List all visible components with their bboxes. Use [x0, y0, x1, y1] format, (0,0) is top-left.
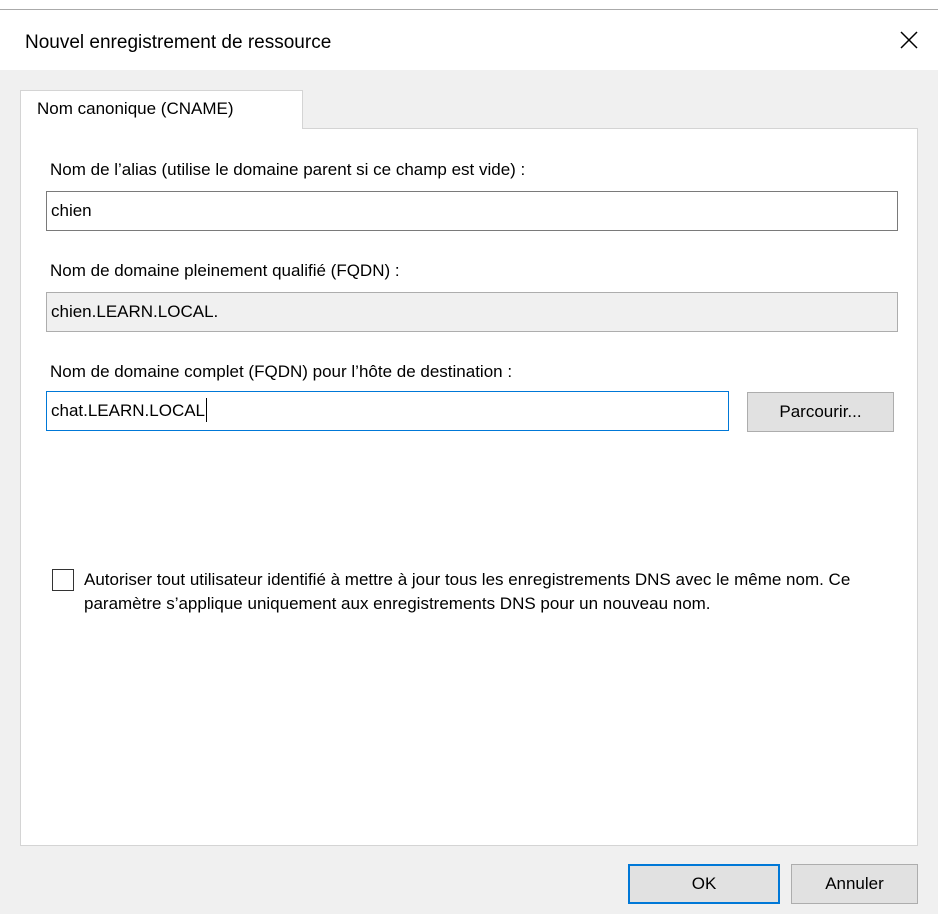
text-caret — [206, 397, 208, 422]
target-host-value: chat.LEARN.LOCAL — [51, 401, 206, 420]
alias-input[interactable]: chien — [46, 191, 898, 231]
window-top-border — [0, 0, 938, 10]
allow-update-label: Autoriser tout utilisateur identifié à m… — [84, 570, 851, 613]
fqdn-label: Nom de domaine pleinement qualifié (FQDN… — [50, 261, 400, 280]
title-bar: Nouvel enregistrement de ressource — [0, 10, 938, 70]
tab-cname[interactable]: Nom canonique (CNAME) — [20, 90, 303, 129]
allow-update-checkbox[interactable] — [52, 569, 74, 591]
tab-panel — [20, 128, 918, 846]
tab-label: Nom canonique (CNAME) — [37, 99, 234, 118]
cancel-button[interactable]: Annuler — [791, 864, 918, 904]
ok-button[interactable]: OK — [628, 864, 780, 904]
target-label: Nom de domaine complet (FQDN) pour l’hôt… — [50, 362, 513, 381]
new-resource-record-dialog: Nouvel enregistrement de ressource Nom c… — [0, 0, 938, 914]
target-host-input[interactable]: chat.LEARN.LOCAL — [46, 391, 729, 431]
alias-label: Nom de l’alias (utilise le domaine paren… — [50, 160, 526, 179]
close-icon — [900, 31, 918, 49]
fqdn-field: chien.LEARN.LOCAL. — [46, 292, 898, 332]
browse-button[interactable]: Parcourir... — [747, 392, 894, 432]
window-title: Nouvel enregistrement de ressource — [25, 32, 332, 53]
close-button[interactable] — [880, 10, 938, 70]
